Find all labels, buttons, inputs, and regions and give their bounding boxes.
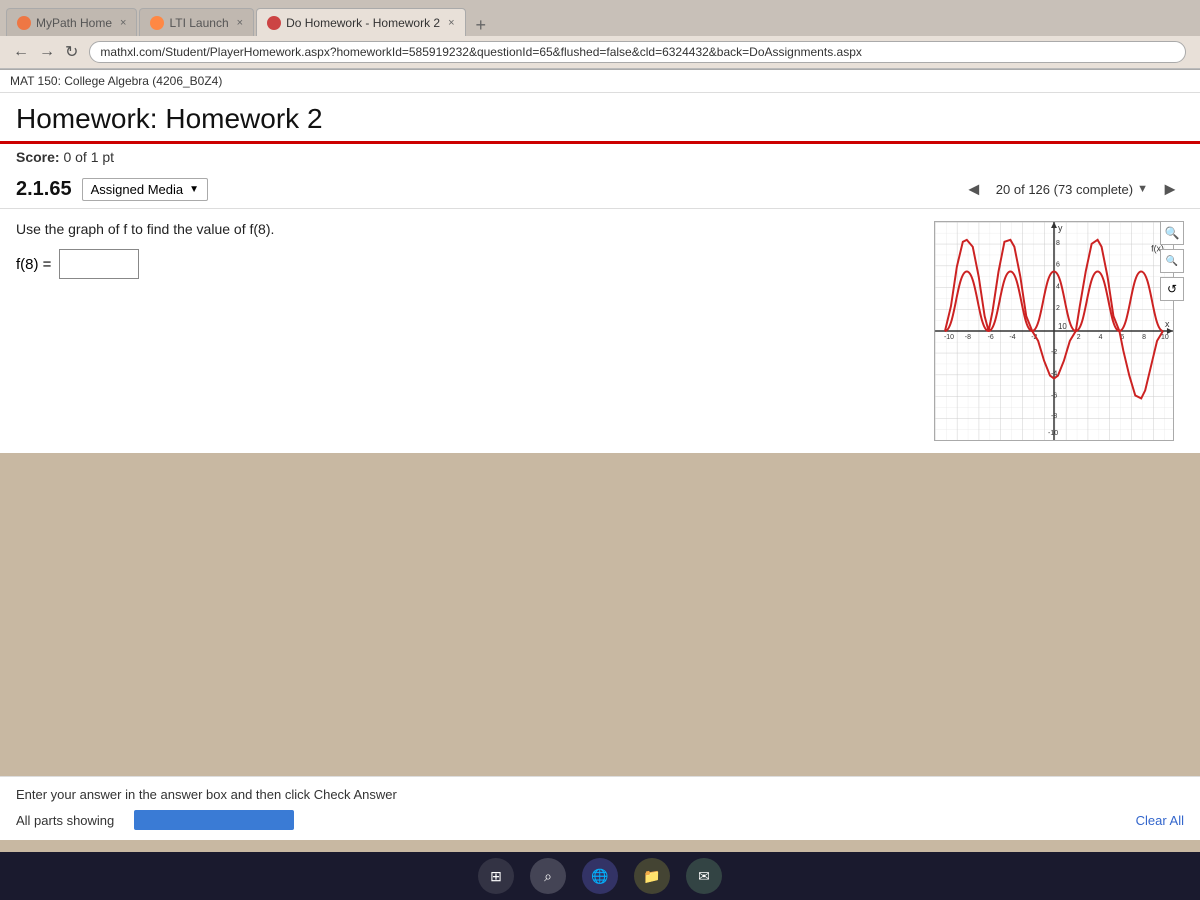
score-line: Score: 0 of 1 pt	[0, 144, 1200, 170]
svg-text:-10: -10	[944, 334, 954, 341]
tab-homework-close[interactable]: ×	[448, 17, 454, 29]
refresh-button[interactable]: ↻	[60, 40, 83, 64]
tab-mypath-close[interactable]: ×	[120, 17, 126, 29]
function-graph: x y 10 -10 -8 -6 -4 -2 2 4 6 8 10 8	[935, 222, 1173, 440]
svg-text:-10: -10	[1048, 430, 1058, 437]
tab-lti[interactable]: LTI Launch ×	[139, 8, 254, 36]
svg-text:10: 10	[1161, 334, 1169, 341]
tab-lti-label: LTI Launch	[169, 16, 228, 30]
address-input[interactable]: mathxl.com/Student/PlayerHomework.aspx?h…	[89, 41, 1186, 63]
tab-lti-close[interactable]: ×	[237, 17, 243, 29]
taskbar-icon-mail[interactable]: ✉	[686, 858, 722, 894]
svg-text:8: 8	[1056, 240, 1060, 247]
browser-chrome: MyPath Home × LTI Launch × Do Homework -…	[0, 0, 1200, 70]
svg-text:-6: -6	[988, 334, 994, 341]
forward-button[interactable]: →	[34, 41, 60, 63]
question-number: 2.1.65	[16, 178, 72, 201]
graph-area: x y 10 -10 -8 -6 -4 -2 2 4 6 8 10 8	[924, 221, 1184, 441]
assigned-media-label: Assigned Media	[91, 182, 184, 197]
tab-mypath[interactable]: MyPath Home ×	[6, 8, 137, 36]
new-tab-button[interactable]: +	[468, 15, 495, 36]
question-header: 2.1.65 Assigned Media ▼ ◄ 20 of 126 (73 …	[0, 170, 1200, 209]
answer-row: f(8) =	[16, 249, 904, 279]
svg-text:2: 2	[1056, 305, 1060, 312]
mypath-icon	[17, 16, 31, 30]
all-parts-row: All parts showing	[16, 810, 294, 830]
answer-input[interactable]	[59, 249, 139, 279]
zoom-in-button[interactable]: 🔍	[1160, 221, 1184, 245]
graph-container: x y 10 -10 -8 -6 -4 -2 2 4 6 8 10 8	[934, 221, 1174, 441]
main-content: Homework: Homework 2 Score: 0 of 1 pt 2.…	[0, 93, 1200, 453]
taskbar: ⊞ ⌕ 🌐 📁 ✉	[0, 852, 1200, 900]
tab-homework-label: Do Homework - Homework 2	[286, 16, 440, 30]
lti-icon	[150, 16, 164, 30]
bottom-row: All parts showing Clear All	[16, 810, 1184, 830]
svg-text:8: 8	[1142, 334, 1146, 341]
navigation-controls: ◄ 20 of 126 (73 complete) ▼ ►	[960, 175, 1184, 203]
svg-text:4: 4	[1056, 283, 1060, 290]
score-value: 0 of 1 pt	[63, 149, 114, 165]
question-left: Use the graph of f to find the value of …	[16, 221, 904, 441]
taskbar-icon-1[interactable]: ⊞	[478, 858, 514, 894]
svg-text:4: 4	[1099, 334, 1103, 341]
bottom-instruction: Enter your answer in the answer box and …	[16, 787, 1184, 802]
question-text: Use the graph of f to find the value of …	[16, 221, 904, 237]
svg-text:2: 2	[1077, 334, 1081, 341]
svg-text:10: 10	[1058, 322, 1067, 331]
next-question-button[interactable]: ►	[1156, 175, 1184, 203]
tab-homework[interactable]: Do Homework - Homework 2 ×	[256, 8, 465, 36]
answer-label: f(8) =	[16, 256, 51, 273]
progress-bar	[134, 810, 294, 830]
svg-text:-4: -4	[1009, 334, 1015, 341]
tab-bar: MyPath Home × LTI Launch × Do Homework -…	[0, 0, 1200, 36]
progress-dropdown[interactable]: ▼	[1137, 183, 1148, 195]
svg-text:y: y	[1058, 223, 1063, 233]
graph-tools: 🔍 🔍 ↺	[1160, 221, 1184, 301]
svg-text:-8: -8	[1051, 413, 1057, 420]
rotate-button[interactable]: ↺	[1160, 277, 1184, 301]
question-content: Use the graph of f to find the value of …	[0, 209, 1200, 453]
address-bar-row: ← → ↻ mathxl.com/Student/PlayerHomework.…	[0, 36, 1200, 69]
prev-question-button[interactable]: ◄	[960, 175, 988, 203]
svg-text:-2: -2	[1051, 349, 1057, 356]
taskbar-icon-browser[interactable]: 🌐	[582, 858, 618, 894]
course-header: MAT 150: College Algebra (4206_B0Z4)	[0, 70, 1200, 93]
svg-text:-8: -8	[965, 334, 971, 341]
bottom-section: Enter your answer in the answer box and …	[0, 776, 1200, 840]
svg-text:-6: -6	[1051, 392, 1057, 399]
score-label: Score:	[16, 149, 60, 165]
zoom-out-button[interactable]: 🔍	[1160, 249, 1184, 273]
hw-icon	[267, 16, 281, 30]
svg-text:x: x	[1165, 319, 1170, 329]
back-button[interactable]: ←	[8, 41, 34, 63]
tab-mypath-label: MyPath Home	[36, 16, 112, 30]
homework-title: Homework: Homework 2	[0, 93, 1200, 144]
course-label: MAT 150: College Algebra (4206_B0Z4)	[10, 74, 222, 88]
all-parts-label: All parts showing	[16, 813, 114, 828]
assigned-media-button[interactable]: Assigned Media ▼	[82, 178, 208, 201]
svg-text:6: 6	[1056, 262, 1060, 269]
progress-label: 20 of 126 (73 complete) ▼	[996, 182, 1148, 197]
clear-all-button[interactable]: Clear All	[1136, 813, 1184, 828]
assigned-media-chevron: ▼	[189, 184, 199, 195]
taskbar-icon-search[interactable]: ⌕	[530, 858, 566, 894]
progress-text: 20 of 126 (73 complete)	[996, 182, 1133, 197]
taskbar-icon-files[interactable]: 📁	[634, 858, 670, 894]
